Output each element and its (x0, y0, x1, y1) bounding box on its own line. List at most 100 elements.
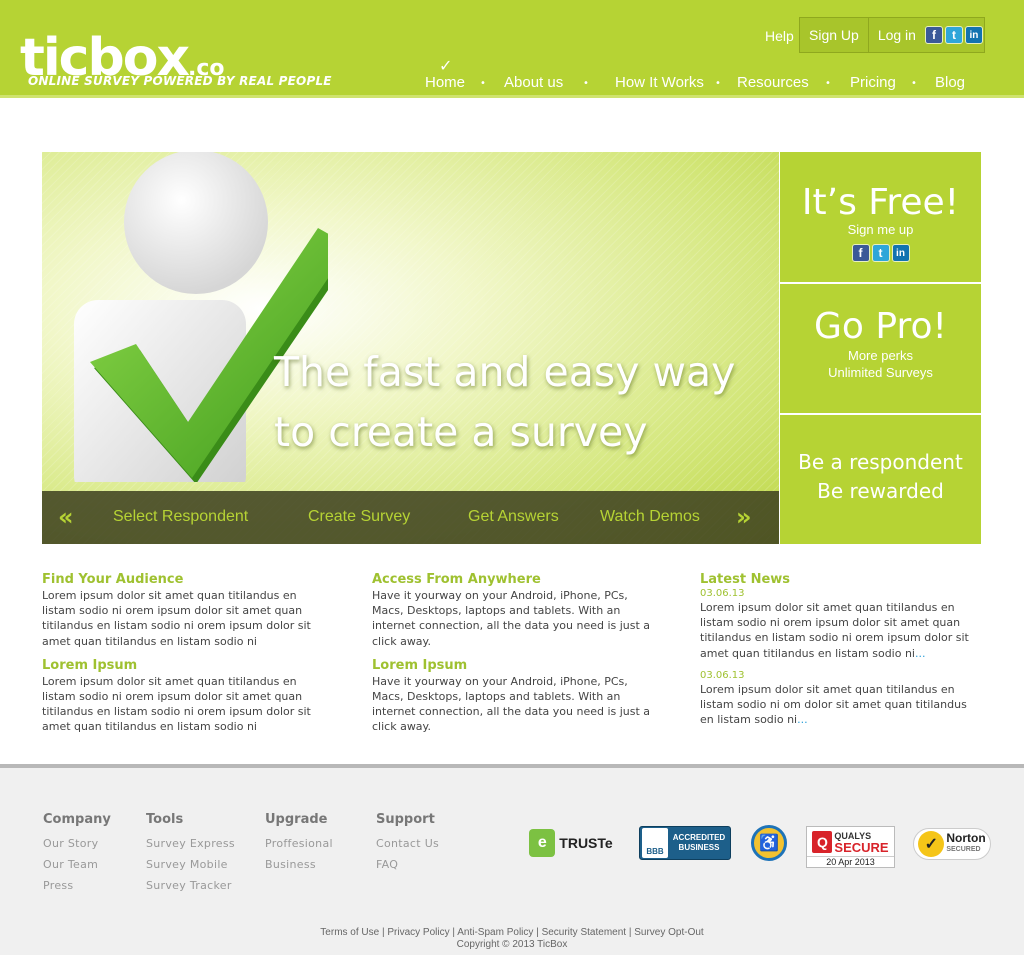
read-more-link[interactable]: ... (915, 647, 926, 660)
nav-separator: • (825, 78, 831, 89)
truste-badge[interactable]: e TRUSTe (527, 828, 615, 858)
nav-about-us[interactable]: About us (504, 74, 563, 91)
legal-separator: | (628, 927, 632, 938)
hero-heading: The fast and easy way to create a survey (274, 342, 774, 462)
watch-demos-link[interactable]: Watch Demos (600, 508, 700, 526)
qualys-secure-text: SECURE (834, 839, 889, 855)
help-link[interactable]: Help (765, 28, 794, 44)
footer-link-business[interactable]: Business (265, 854, 333, 875)
footer-link-our-story[interactable]: Our Story (43, 833, 111, 854)
footer-link-faq[interactable]: FAQ (376, 854, 439, 875)
hero-heading-line-1: The fast and easy way (274, 348, 736, 396)
sign-up-button[interactable]: Sign Up (800, 18, 868, 52)
qualys-secure-badge[interactable]: Q QUALYS SECURE 20 Apr 2013 (806, 826, 895, 868)
feature-block: Lorem Ipsum Have it yourway on your Andr… (372, 658, 662, 735)
nav-separator: • (715, 78, 721, 89)
news-date: 03.06.13 (700, 669, 745, 681)
auth-box: Sign Up Log in f t in (799, 17, 985, 53)
footer-column-upgrade: Upgrade Proffesional Business (265, 812, 333, 875)
footer-link-our-team[interactable]: Our Team (43, 854, 111, 875)
norton-text: Norton SECURED (946, 832, 985, 855)
norton-secured-badge[interactable]: ✓ Norton SECURED (913, 828, 991, 860)
footer-column-title: Tools (146, 812, 184, 827)
feature-title: Find Your Audience (42, 572, 184, 587)
bbb-icon: BBB (642, 828, 668, 858)
main-nav: Home • About us • How It Works • Resourc… (0, 74, 1024, 94)
linkedin-icon[interactable]: in (964, 26, 983, 44)
news-text: Lorem ipsum dolor sit amet quan titiland… (700, 682, 967, 727)
feature-title: Access From Anywhere (372, 572, 541, 587)
free-signup-panel[interactable]: It’s Free! Sign me up f t in (780, 152, 981, 282)
active-check-icon: ✓ (439, 56, 453, 75)
free-panel-title: It’s Free! (801, 182, 960, 223)
qualys-text: QUALYS SECURE (834, 830, 888, 854)
anti-spam-policy-link[interactable]: Anti-Spam Policy (457, 927, 533, 938)
footer-link-contact-us[interactable]: Contact Us (376, 833, 439, 854)
privacy-policy-link[interactable]: Privacy Policy (387, 927, 449, 938)
respondent-panel[interactable]: Be a respondent Be rewarded (780, 415, 981, 544)
pro-panel-line-1: More perks (847, 348, 914, 363)
footer-column-tools: Tools Survey Express Survey Mobile Surve… (146, 812, 235, 896)
legal-separator: | (381, 927, 385, 938)
footer-link-proffesional[interactable]: Proffesional (265, 833, 333, 854)
linkedin-icon[interactable]: in (891, 244, 910, 262)
security-statement-link[interactable]: Security Statement (542, 927, 626, 938)
next-arrow-icon[interactable]: » (736, 503, 752, 531)
feature-block: Access From Anywhere Have it yourway on … (372, 572, 662, 649)
prev-arrow-icon[interactable]: « (58, 503, 74, 531)
feature-text: Lorem ipsum dolor sit amet quan titiland… (42, 589, 311, 648)
bbb-text-line-2: BUSINESS (678, 843, 720, 852)
twitter-icon[interactable]: t (871, 244, 890, 262)
news-text: Lorem ipsum dolor sit amet quan titiland… (700, 601, 969, 660)
pro-panel-title: Go Pro! (814, 306, 947, 347)
facebook-icon[interactable]: f (851, 244, 870, 262)
create-survey-link[interactable]: Create Survey (308, 508, 410, 526)
norton-secured-label: SECURED (946, 846, 981, 853)
feature-text: Lorem ipsum dolor sit amet quan titiland… (42, 674, 311, 734)
accessibility-icon: ♿ (759, 835, 779, 852)
select-respondent-link[interactable]: Select Respondent (113, 508, 248, 526)
bbb-text-line-1: ACCREDITED (672, 833, 726, 842)
footer-column-title: Upgrade (265, 812, 328, 827)
footer-link-survey-express[interactable]: Survey Express (146, 833, 235, 854)
nav-blog[interactable]: Blog (935, 74, 965, 91)
footer-link-press[interactable]: Press (43, 875, 111, 896)
news-item: 03.06.13 Lorem ipsum dolor sit amet quan… (700, 670, 982, 728)
truste-e-icon: e (529, 829, 556, 857)
qualys-date: 20 Apr 2013 (807, 855, 894, 867)
footer-link-survey-tracker[interactable]: Survey Tracker (146, 875, 235, 896)
legal-links: Terms of Use | Privacy Policy | Anti-Spa… (0, 927, 1024, 938)
feature-text: Have it yourway on your Android, iPhone,… (372, 589, 651, 648)
nav-how-it-works[interactable]: How It Works (615, 74, 704, 91)
go-pro-panel[interactable]: Go Pro! More perks Unlimited Surveys (780, 284, 981, 413)
survey-opt-out-link[interactable]: Survey Opt-Out (634, 927, 703, 938)
truste-label: TRUSTe (559, 835, 613, 851)
terms-of-use-link[interactable]: Terms of Use (320, 927, 379, 938)
get-answers-link[interactable]: Get Answers (468, 508, 559, 526)
news-date: 03.06.13 (700, 588, 745, 599)
accessibility-badge[interactable]: ♿ (751, 825, 787, 861)
legal-separator: | (536, 927, 539, 938)
feature-text: Have it yourway on your Android, iPhone,… (372, 674, 651, 734)
bbb-badge[interactable]: BBB ACCREDITED BUSINESS (639, 826, 731, 860)
nav-resources[interactable]: Resources (737, 74, 809, 91)
nav-home[interactable]: Home (425, 74, 465, 91)
log-in-button[interactable]: Log in (869, 18, 925, 52)
nav-separator: • (480, 78, 486, 89)
twitter-icon[interactable]: t (944, 26, 963, 44)
hero-heading-line-2: to create a survey (274, 408, 648, 456)
copyright-text: Copyright © 2013 TicBox (456, 939, 568, 950)
site-header: ticbox.co ONLINE SURVEY POWERED BY REAL … (0, 0, 1024, 98)
nav-pricing[interactable]: Pricing (850, 74, 896, 91)
feature-block: Find Your Audience Lorem ipsum dolor sit… (42, 572, 332, 649)
latest-news-column: Latest News 03.06.13 Lorem ipsum dolor s… (700, 572, 982, 736)
panel-social-icons: f t in (780, 244, 981, 262)
facebook-icon[interactable]: f (924, 26, 943, 44)
feature-title: Lorem Ipsum (372, 657, 468, 673)
news-item: 03.06.13 Lorem ipsum dolor sit amet quan… (700, 588, 982, 661)
qualys-q-icon: Q (812, 830, 833, 853)
footer-link-survey-mobile[interactable]: Survey Mobile (146, 854, 235, 875)
bbb-text: ACCREDITED BUSINESS (668, 833, 730, 853)
read-more-link[interactable]: ... (797, 713, 808, 726)
content-column-1: Find Your Audience Lorem ipsum dolor sit… (42, 572, 332, 744)
